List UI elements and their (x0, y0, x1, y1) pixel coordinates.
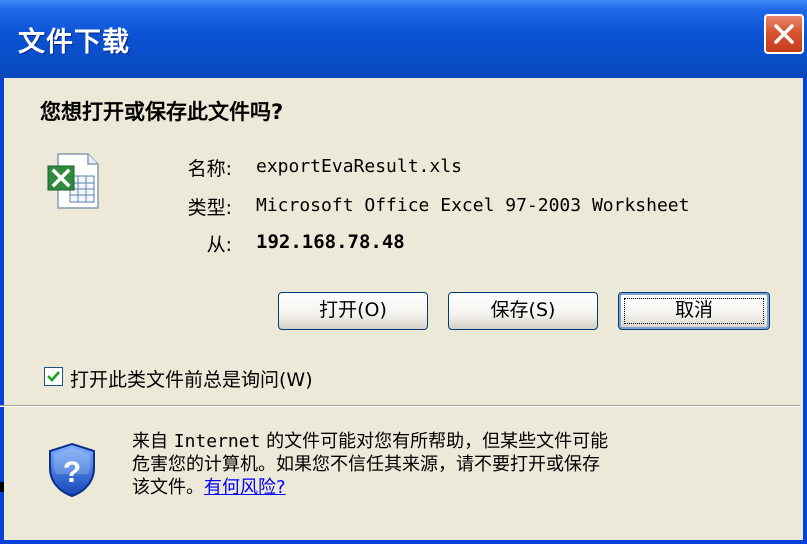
dialog-question: 您想打开或保存此文件吗? (40, 100, 284, 124)
what-is-risk-link[interactable]: 有何风险? (204, 477, 286, 498)
warning-line1-a: 来自 (132, 431, 174, 452)
name-label: 名称: (187, 158, 232, 180)
close-button[interactable] (764, 14, 804, 54)
from-label: 从: (206, 234, 232, 256)
security-warning-text: 来自 Internet 的文件可能对您有所帮助，但某些文件可能 危害您的计算机。… (132, 430, 772, 499)
title-bar[interactable]: 文件下载 (0, 0, 807, 78)
warning-internet: Internet (173, 431, 261, 452)
checkmark-icon (47, 371, 60, 382)
excel-file-icon (44, 150, 102, 216)
warning-line1-b: 的文件可能对您有所帮助，但某些文件可能 (260, 431, 609, 452)
file-type-value: Microsoft Office Excel 97-2003 Worksheet (256, 195, 690, 216)
shield-question-icon: ? (46, 442, 98, 502)
always-ask-checkbox[interactable] (44, 367, 63, 386)
separator (0, 405, 800, 407)
open-button[interactable]: 打开(O) (278, 292, 428, 330)
window-title: 文件下载 (18, 27, 130, 58)
save-button[interactable]: 保存(S) (448, 292, 598, 330)
warning-line2: 危害您的计算机。如果您不信任其来源，请不要打开或保存 (132, 454, 600, 475)
edge-mark (0, 482, 4, 492)
file-name-value: exportEvaResult.xls (256, 156, 462, 177)
warning-line3: 该文件。 (132, 477, 204, 498)
svg-text:?: ? (63, 456, 81, 489)
close-icon (774, 24, 794, 44)
always-ask-label[interactable]: 打开此类文件前总是询问(W) (70, 365, 313, 392)
type-label: 类型: (187, 197, 232, 219)
file-source-value: 192.168.78.48 (256, 231, 405, 253)
cancel-button[interactable]: 取消 (618, 292, 770, 330)
